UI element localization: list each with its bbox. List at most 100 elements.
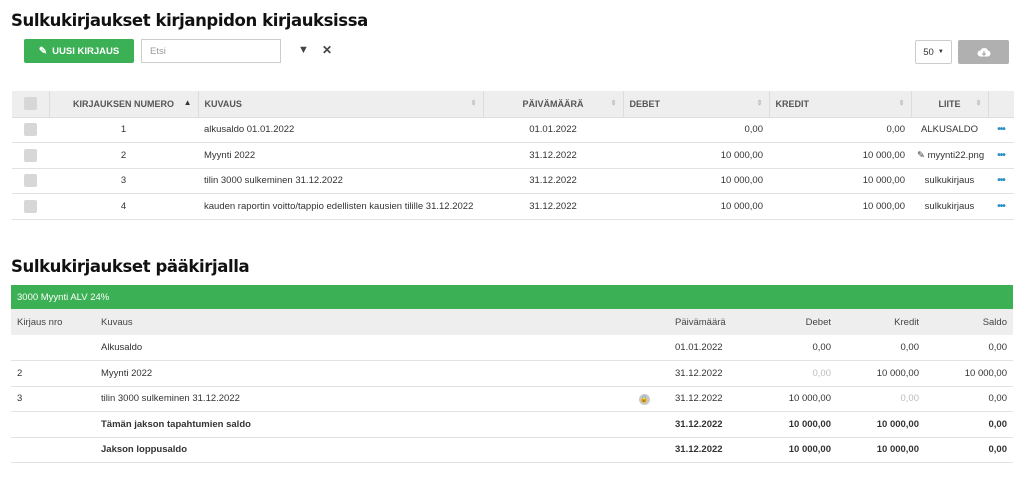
ledger-title: Sulkukirjaukset pääkirjalla (11, 257, 250, 276)
more-icon[interactable]: ••• (997, 124, 1005, 135)
column-header-date[interactable]: PÄIVÄMÄÄRÄ ⇕ (483, 91, 624, 118)
ledger-debit: 0,00 (752, 335, 837, 361)
entries-table: KIRJAUKSEN NUMERO ▲ KUVAUS ⇕ PÄIVÄMÄÄRÄ … (12, 91, 1014, 220)
column-header-actions (988, 91, 1014, 118)
ledger-row: Alkusaldo 01.01.2022 0,00 0,00 0,00 (11, 335, 1013, 361)
search-input[interactable] (141, 39, 281, 63)
page-size-select[interactable]: 50 ▼ (915, 40, 952, 64)
table-row[interactable]: 2 Myynti 2022 31.12.2022 10 000,00 10 000,00… (12, 142, 1014, 169)
entry-debit: 10 000,00 (623, 168, 769, 194)
page-size-value: 50 (923, 46, 934, 58)
caret-down-icon: ▼ (937, 49, 944, 55)
more-icon[interactable]: ••• (997, 175, 1005, 186)
ledger-credit: 10 000,00 (837, 437, 925, 463)
ledger-debit: 10 000,00 (752, 411, 837, 438)
entries-header-row: KIRJAUKSEN NUMERO ▲ KUVAUS ⇕ PÄIVÄMÄÄRÄ … (12, 91, 1014, 118)
ledger-date: 31.12.2022 (669, 360, 752, 387)
entry-description: alkusaldo 01.01.2022 (198, 117, 483, 143)
table-row[interactable]: 4 kauden raportin voitto/tappio edelliste… (12, 193, 1014, 220)
ledger-header-number: Kirjaus nro (11, 309, 95, 335)
entry-credit: 10 000,00 (769, 168, 911, 194)
ledger-number (11, 411, 95, 438)
entry-credit: 0,00 (769, 117, 911, 143)
ledger-row: 2 Myynti 2022 31.12.2022 0,00 10 000,00 10 00… (11, 360, 1013, 387)
lock-icon: 🔒 (638, 393, 650, 405)
ledger-header-date: Päivämäärä (669, 309, 752, 335)
ledger-header-debit: Debet (752, 309, 837, 335)
row-actions[interactable]: ••• (988, 193, 1014, 220)
entry-credit: 10 000,00 (769, 142, 911, 169)
ledger-header-balance: Saldo (925, 309, 1013, 335)
entry-description: tilin 3000 sulkeminen 31.12.2022 (198, 168, 483, 194)
table-row[interactable]: 3 tilin 3000 sulkeminen 31.12.2022 31.12.2… (12, 168, 1014, 194)
row-actions[interactable]: ••• (988, 168, 1014, 194)
more-icon[interactable]: ••• (997, 150, 1005, 161)
column-header-credit[interactable]: KREDIT ⇕ (769, 91, 912, 118)
column-header-attachment[interactable]: LIITE ⇕ (911, 91, 989, 118)
ledger-balance: 10 000,00 (925, 360, 1013, 387)
entry-description: kauden raportin voitto/tappio edellisten… (198, 193, 483, 220)
ledger-debit: 10 000,00 (752, 437, 837, 463)
entry-attachment: ALKUSALDO (911, 117, 988, 143)
ledger-date: 31.12.2022 (669, 437, 752, 463)
entry-number: 3 (49, 168, 198, 194)
cloud-download-icon (977, 47, 990, 56)
more-icon[interactable]: ••• (997, 201, 1005, 212)
edit-icon: ✎ (38, 45, 48, 57)
ledger-description: Jakson loppusaldo (95, 437, 619, 463)
entry-attachment: sulkukirjaus (911, 168, 988, 194)
select-all-checkbox[interactable] (12, 91, 50, 118)
row-actions[interactable]: ••• (988, 142, 1014, 169)
ledger-balance: 0,00 (925, 437, 1013, 463)
table-row[interactable]: 1 alkusaldo 01.01.2022 01.01.2022 0,00 0,00 A… (12, 117, 1014, 143)
entry-credit: 10 000,00 (769, 193, 911, 220)
ledger-description: Myynti 2022 (95, 360, 619, 387)
entry-number: 4 (49, 193, 198, 220)
ledger-date: 01.01.2022 (669, 335, 752, 361)
ledger-debit: 0,00 (752, 360, 837, 387)
ledger-table: Kirjaus nro Kuvaus Päivämäärä Debet Kred… (11, 309, 1013, 463)
entry-debit: 10 000,00 (623, 193, 769, 220)
ledger-number (11, 437, 95, 463)
ledger-credit: 10 000,00 (837, 411, 925, 438)
sort-icon: ⇕ (898, 100, 905, 107)
row-checkbox[interactable] (12, 117, 49, 143)
ledger-description: Tämän jakson tapahtumien saldo (95, 411, 619, 438)
ledger-number: 3 (11, 386, 95, 412)
sort-icon: ⇕ (975, 100, 982, 107)
ledger-header-credit: Kredit (837, 309, 925, 335)
new-entry-button[interactable]: ✎ UUSI KIRJAUS (24, 39, 134, 63)
entry-debit: 10 000,00 (623, 142, 769, 169)
entry-date: 01.01.2022 (483, 117, 623, 143)
row-checkbox[interactable] (12, 168, 49, 194)
entry-debit: 0,00 (623, 117, 769, 143)
row-actions[interactable]: ••• (988, 117, 1014, 143)
ledger-date: 31.12.2022 (669, 386, 752, 412)
row-checkbox[interactable] (12, 142, 49, 169)
column-header-description[interactable]: KUVAUS ⇕ (198, 91, 484, 118)
sort-icon: ⇕ (756, 100, 763, 107)
ledger-row: 3 tilin 3000 sulkeminen 31.12.2022 🔒 31.12.… (11, 386, 1013, 412)
column-header-debit[interactable]: DEBET ⇕ (623, 91, 770, 118)
entry-date: 31.12.2022 (483, 142, 623, 169)
row-checkbox[interactable] (12, 193, 49, 220)
sort-icon: ⇕ (470, 100, 477, 107)
ledger-balance: 0,00 (925, 335, 1013, 361)
sort-asc-icon: ▲ (183, 98, 192, 107)
ledger-balance: 0,00 (925, 386, 1013, 412)
attachment-link[interactable]: ✎ myynti22.png (911, 142, 988, 169)
ledger-number: 2 (11, 360, 95, 387)
sort-icon: ⇕ (610, 100, 617, 107)
download-button[interactable] (958, 40, 1009, 64)
new-entry-label: UUSI KIRJAUS (52, 45, 120, 57)
clear-filter-icon[interactable]: ✕ (322, 43, 332, 57)
ledger-credit: 0,00 (837, 335, 925, 361)
column-header-number[interactable]: KIRJAUKSEN NUMERO ▲ (49, 91, 199, 118)
entry-number: 1 (49, 117, 198, 143)
ledger-credit: 10 000,00 (837, 360, 925, 387)
ledger-date: 31.12.2022 (669, 411, 752, 438)
entry-date: 31.12.2022 (483, 193, 623, 220)
ledger-description: tilin 3000 sulkeminen 31.12.2022 (95, 386, 619, 412)
ledger-row: Jakson loppusaldo 31.12.2022 10 000,00 10 0… (11, 437, 1013, 463)
filter-icon[interactable]: ▼ (298, 44, 309, 56)
